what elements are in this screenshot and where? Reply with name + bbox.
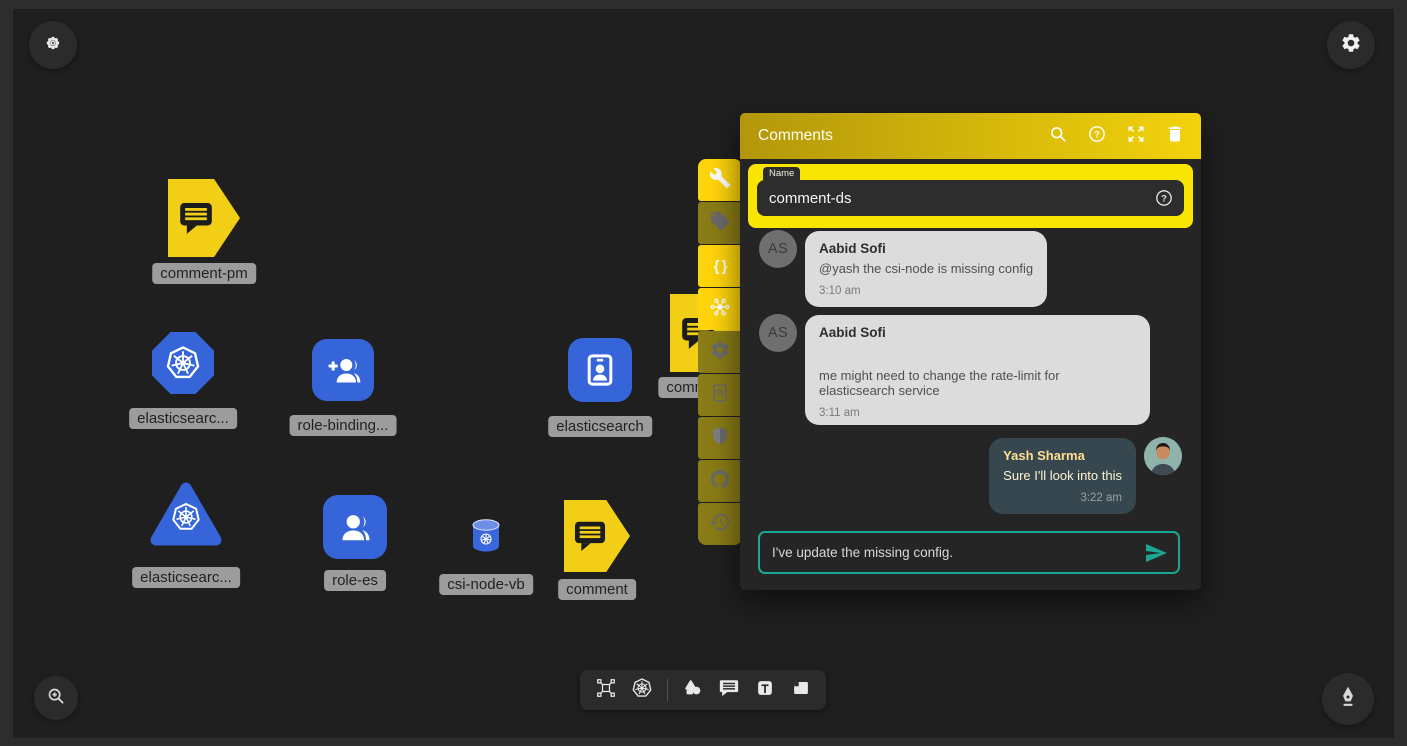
json-tool[interactable]: { }	[698, 245, 742, 287]
role-binding-shape	[312, 339, 374, 401]
shield-icon	[709, 425, 731, 452]
avatar: AS	[759, 230, 797, 268]
search-icon[interactable]	[1029, 124, 1068, 149]
name-input[interactable]	[769, 190, 1154, 207]
node-elasticsearch-octagon[interactable]: elasticsearc...	[152, 332, 214, 394]
braces-icon: { }	[714, 258, 727, 275]
message-time: 3:11 am	[819, 407, 1136, 419]
chat-message: Yash Sharma Sure I'll look into this 3:2…	[989, 438, 1136, 514]
node-elasticsearch-triangle[interactable]: elasticsearc...	[148, 480, 224, 550]
hub-tool[interactable]	[698, 288, 742, 330]
service-account-shape	[568, 338, 632, 402]
comment-icon	[176, 198, 216, 238]
kubernetes-wheel-icon	[164, 344, 202, 382]
message-author: Aabid Sofi	[819, 325, 1136, 340]
message-author: Yash Sharma	[1003, 448, 1122, 463]
message-text: @yash the csi-node is missing config	[819, 261, 1033, 276]
node-comment[interactable]: comment	[564, 500, 630, 572]
name-field-label: Name	[763, 167, 800, 180]
id-badge-icon	[580, 350, 620, 390]
message-text: Sure I'll look into this	[1003, 468, 1122, 483]
node-label: comment-pm	[152, 263, 256, 284]
node-elasticsearch-serviceaccount[interactable]: elasticsearch	[568, 338, 632, 402]
avatar: AS	[759, 314, 797, 352]
settings-button[interactable]	[1327, 21, 1375, 69]
hub-icon	[709, 296, 731, 323]
help-icon[interactable]: ?	[1154, 188, 1174, 208]
message-author: Aabid Sofi	[819, 241, 1033, 256]
flower-burst-icon	[42, 32, 64, 59]
tag-icon	[709, 210, 731, 237]
name-field-highlight: Name ?	[748, 164, 1193, 228]
name-field[interactable]: Name ?	[757, 180, 1184, 216]
kubernetes-icon[interactable]	[631, 677, 653, 704]
zoom-in-button[interactable]	[34, 676, 78, 720]
node-label: comment	[558, 579, 636, 600]
delete-icon[interactable]	[1146, 124, 1185, 149]
fullscreen-icon[interactable]	[1107, 124, 1146, 149]
github-tool[interactable]	[698, 460, 742, 502]
comments-panel: Comments ? Name ? AS Aabid Sofi @yash th…	[740, 113, 1201, 590]
help-icon[interactable]: ?	[1068, 124, 1107, 149]
kubernetes-triangle-shape	[148, 480, 224, 550]
node-role-es[interactable]: role-es	[323, 495, 387, 559]
storage-cylinder-shape	[470, 519, 502, 553]
people-icon	[334, 506, 376, 548]
panel-title: Comments	[758, 127, 1029, 145]
comment-icon	[571, 517, 609, 555]
node-comment-pm[interactable]: comment-pm	[168, 179, 240, 257]
svg-text:?: ?	[1161, 193, 1167, 203]
comment-shape	[168, 179, 240, 257]
inspect-doc-tool[interactable]	[698, 374, 742, 416]
canvas-tool-dock	[580, 670, 826, 710]
message-text: me might need to change the rate-limit f…	[819, 368, 1136, 398]
kubernetes-octagon-shape	[152, 332, 214, 394]
shapes-icon[interactable]	[682, 677, 704, 704]
avatar-photo	[1144, 437, 1182, 475]
add-user-icon	[323, 350, 363, 390]
settings-tool[interactable]	[698, 331, 742, 373]
node-label: elasticsearc...	[132, 567, 240, 588]
node-label: role-es	[324, 570, 386, 591]
node-role-binding[interactable]: role-binding...	[312, 339, 374, 401]
pen-tool-button[interactable]	[1322, 673, 1374, 725]
history-icon	[709, 511, 731, 538]
message-time: 3:22 am	[1003, 492, 1122, 504]
message-composer[interactable]	[758, 531, 1180, 574]
gear-icon	[709, 339, 731, 366]
tag-tool[interactable]	[698, 202, 742, 244]
comments-panel-header[interactable]: Comments ?	[740, 113, 1201, 159]
wrench-icon	[709, 167, 731, 194]
chat-message: Aabid Sofi me might need to change the r…	[805, 315, 1150, 425]
zoom-in-icon	[45, 685, 67, 712]
text-icon[interactable]	[754, 677, 776, 704]
node-label: elasticsearch	[548, 416, 652, 437]
node-label: role-binding...	[290, 415, 397, 436]
history-tool[interactable]	[698, 503, 742, 545]
send-icon[interactable]	[1144, 541, 1168, 565]
note-icon[interactable]	[790, 677, 812, 704]
comment-icon[interactable]	[718, 677, 740, 704]
node-label: csi-node-vb	[439, 574, 533, 595]
node-action-toolbar: { }	[698, 159, 742, 546]
dock-divider	[667, 679, 668, 701]
node-csi-node-vb[interactable]: csi-node-vb	[470, 519, 502, 553]
app-menu-button[interactable]	[29, 21, 77, 69]
svg-text:?: ?	[1094, 129, 1100, 139]
kubernetes-wheel-icon	[170, 501, 202, 533]
github-icon	[709, 468, 731, 495]
components-icon[interactable]	[595, 677, 617, 704]
pen-nib-icon	[1335, 684, 1361, 715]
comment-shape	[564, 500, 630, 572]
node-label: elasticsearc...	[129, 408, 237, 429]
gear-icon	[1340, 32, 1362, 59]
role-shape	[323, 495, 387, 559]
message-input[interactable]	[772, 545, 1144, 560]
configure-tool[interactable]	[698, 159, 742, 201]
chat-message: Aabid Sofi @yash the csi-node is missing…	[805, 231, 1047, 307]
security-tool[interactable]	[698, 417, 742, 459]
message-time: 3:10 am	[819, 285, 1033, 297]
doc-search-icon	[709, 382, 731, 409]
